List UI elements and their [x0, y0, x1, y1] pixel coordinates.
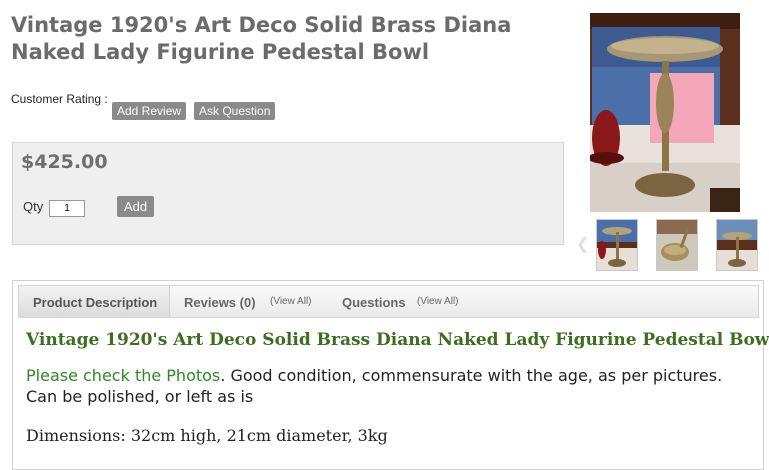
tab-product-description[interactable]: Product Description [19, 286, 170, 317]
thumbnail-image[interactable] [716, 219, 758, 271]
check-photos-note: Please check the Photos [26, 366, 221, 385]
product-tabs-panel: Product Description Reviews (0) (View Al… [12, 280, 769, 470]
description-text: Please check the Photos. Good condition,… [26, 365, 746, 407]
thumbnail-image[interactable] [656, 219, 698, 271]
tab-questions[interactable]: Questions [342, 295, 406, 310]
qty-label: Qty [23, 199, 44, 214]
customer-rating-label: Customer Rating : [11, 92, 108, 106]
add-review-button[interactable]: Add Review [112, 102, 187, 120]
thumbnail-image[interactable] [596, 219, 638, 271]
tab-product-description-label: Product Description [33, 295, 158, 310]
add-to-cart-button[interactable]: Add [117, 196, 155, 217]
ask-question-button[interactable]: Ask Question [194, 102, 276, 120]
price-panel: $425.00 Qty Add [12, 142, 564, 245]
questions-view-all-link[interactable]: (View All) [417, 296, 459, 307]
tabs-bar: Product Description Reviews (0) (View Al… [18, 285, 759, 318]
thumbnail-prev-arrow-icon[interactable]: ❮ [576, 234, 589, 253]
quantity-input[interactable] [49, 200, 85, 217]
dimensions-text: Dimensions: 32cm high, 21cm diameter, 3k… [26, 426, 388, 445]
product-title: Vintage 1920's Art Deco Solid Brass Dian… [11, 13, 512, 64]
reviews-view-all-link[interactable]: (View All) [270, 296, 312, 307]
description-heading: Vintage 1920's Art Deco Solid Brass Dian… [26, 330, 769, 350]
product-price: $425.00 [21, 151, 108, 173]
main-product-photo[interactable] [590, 13, 740, 212]
tab-reviews[interactable]: Reviews (0) [184, 295, 256, 310]
